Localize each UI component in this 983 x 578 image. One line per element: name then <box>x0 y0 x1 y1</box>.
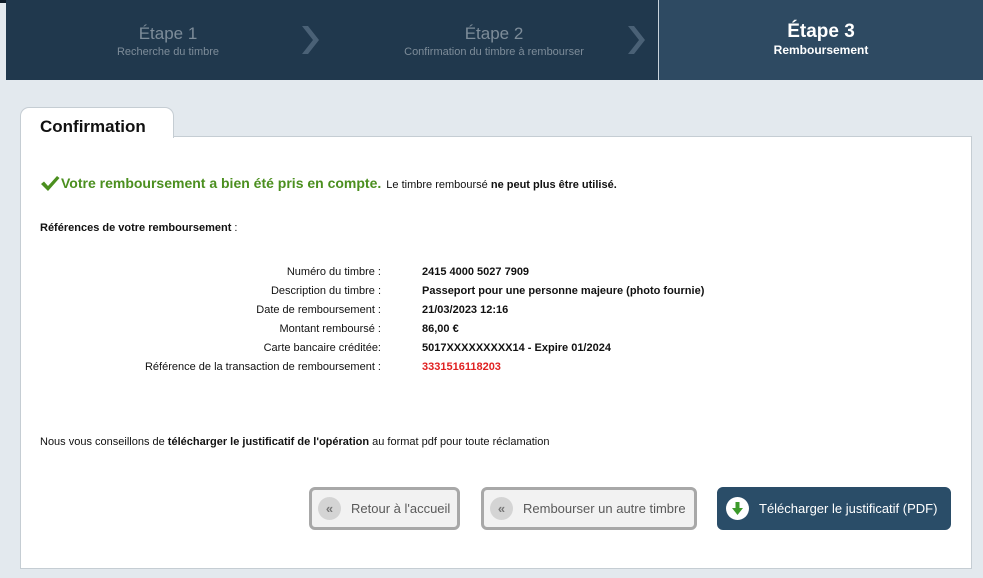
step-3-title: Étape 3 <box>787 21 855 42</box>
detail-value: 21/03/2023 12:16 <box>422 304 509 316</box>
detail-label: Numéro du timbre : <box>286 266 381 278</box>
advice-suffix: au format pdf pour toute réclamation <box>369 436 550 448</box>
detail-row-date: Date de remboursement : 21/03/2023 12:16 <box>21 304 821 323</box>
transaction-reference: 3331516118203 <box>422 361 501 373</box>
references-suffix: : <box>231 222 238 234</box>
back-arrows-icon: « <box>318 497 341 520</box>
advice-bold: télécharger le justificatif de l'opérati… <box>167 436 370 448</box>
step-1: Étape 1 Recherche du timbre <box>6 0 330 80</box>
detail-label: Description du timbre : <box>270 285 381 297</box>
detail-value: 5017XXXXXXXXX14 - Expire 01/2024 <box>422 342 611 354</box>
detail-value: 2415 4000 5027 7909 <box>422 266 530 278</box>
success-note-prefix: Le timbre remboursé <box>386 179 488 191</box>
success-note-bold: ne peut plus être utilisé. <box>490 179 617 191</box>
refund-another-stamp-button[interactable]: « Rembourser un autre timbre <box>481 487 697 530</box>
detail-label: Montant remboursé : <box>279 323 382 335</box>
detail-value: 86,00 € <box>422 323 459 335</box>
references-label: Références de votre remboursement <box>40 222 232 234</box>
confirmation-tab-label: Confirmation <box>40 117 146 136</box>
step-1-title: Étape 1 <box>138 24 198 43</box>
detail-label: Référence de la transaction de rembourse… <box>144 361 381 373</box>
advice-text: Nous vous conseillons de télécharger le … <box>40 436 549 448</box>
step-2-title: Étape 2 <box>464 24 524 43</box>
step-3: Étape 3 Remboursement <box>658 0 983 80</box>
download-icon <box>726 497 749 520</box>
detail-row-card: Carte bancaire créditée: 5017XXXXXXXXX14… <box>21 342 821 361</box>
refund-details: Numéro du timbre : 2415 4000 5027 7909 D… <box>21 266 821 380</box>
detail-row-amount: Montant remboursé : 86,00 € <box>21 323 821 342</box>
success-main-text: Votre remboursement a bien été pris en c… <box>61 175 382 191</box>
chevron-right-icon <box>628 26 645 54</box>
step-3-subtitle: Remboursement <box>773 43 869 57</box>
step-2-subtitle: Confirmation du timbre à rembourser <box>404 46 584 58</box>
detail-label: Date de remboursement : <box>256 304 381 316</box>
download-arrow-glyph <box>732 502 743 515</box>
back-arrows-icon: « <box>490 497 513 520</box>
refund-another-label: Rembourser un autre timbre <box>523 501 686 516</box>
check-icon <box>41 176 60 191</box>
progress-steps: Étape 1 Recherche du timbre Étape 2 Conf… <box>6 0 983 80</box>
download-pdf-label: Télécharger le justificatif (PDF) <box>759 501 938 516</box>
detail-row-transaction: Référence de la transaction de rembourse… <box>21 361 821 380</box>
detail-row-stamp-number: Numéro du timbre : 2415 4000 5027 7909 <box>21 266 821 285</box>
references-heading: Références de votre remboursement : <box>40 222 237 234</box>
confirmation-tab: Confirmation <box>20 107 174 138</box>
back-home-button[interactable]: « Retour à l'accueil <box>309 487 460 530</box>
detail-value: Passeport pour une personne majeure (pho… <box>422 285 705 297</box>
download-pdf-button[interactable]: Télécharger le justificatif (PDF) <box>717 487 951 530</box>
detail-label: Carte bancaire créditée: <box>263 342 381 354</box>
back-home-label: Retour à l'accueil <box>351 501 451 516</box>
success-note: Le timbre remboursé ne peut plus être ut… <box>386 179 616 191</box>
step-1-subtitle: Recherche du timbre <box>116 46 220 58</box>
step-2: Étape 2 Confirmation du timbre à rembour… <box>330 0 658 80</box>
success-message: Votre remboursement a bien été pris en c… <box>40 175 617 193</box>
chevron-right-icon <box>302 26 319 54</box>
advice-prefix: Nous vous conseillons de <box>40 436 168 448</box>
detail-row-description: Description du timbre : Passeport pour u… <box>21 285 821 304</box>
confirmation-panel: Votre remboursement a bien été pris en c… <box>20 136 972 569</box>
